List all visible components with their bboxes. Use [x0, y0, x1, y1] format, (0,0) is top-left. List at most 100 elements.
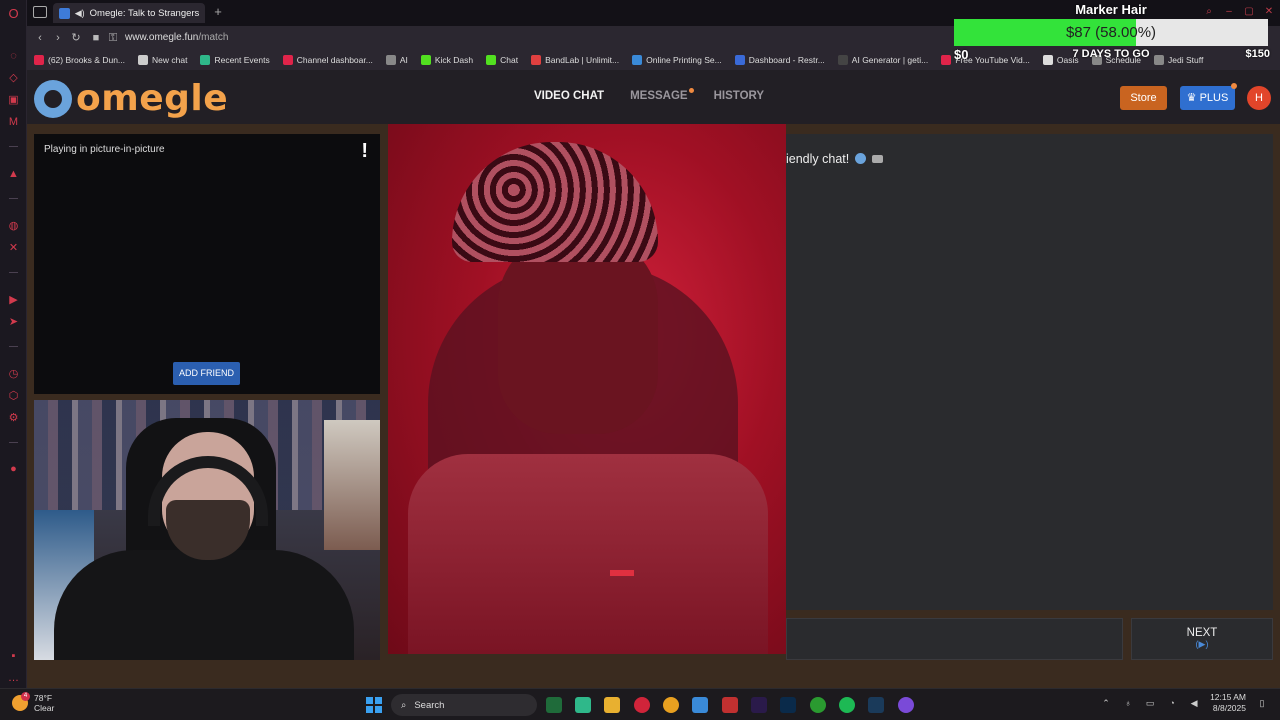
chat-log: iendly chat! — [786, 134, 1273, 610]
bookmark-item[interactable]: Dashboard - Restr... — [734, 55, 825, 65]
nav-video-chat[interactable]: VIDEO CHAT — [534, 90, 604, 102]
nav-history-label: HISTORY — [713, 90, 765, 102]
bookmark-item[interactable]: BandLab | Unlimit... — [531, 55, 619, 65]
sidebar-extensions-icon[interactable]: ⬡ — [7, 390, 20, 403]
premiere-icon[interactable] — [751, 697, 767, 713]
weather-widget[interactable]: 4 78°F Clear — [12, 692, 54, 713]
bookmark-item[interactable]: Recent Events — [200, 55, 270, 65]
photos-app-icon[interactable] — [692, 697, 708, 713]
add-friend-button[interactable]: ADD FRIEND — [173, 362, 240, 385]
sidebar-ai-icon[interactable]: ◌ — [7, 50, 20, 63]
taskbar-search[interactable]: ⌕ Search — [391, 694, 537, 716]
omegle-logo[interactable]: omegle — [34, 78, 228, 119]
photoshop-icon[interactable] — [780, 697, 796, 713]
site-nav: VIDEO CHAT MESSAGE HISTORY — [534, 88, 764, 102]
bookmark-favicon-icon — [632, 55, 643, 65]
windows-taskbar: 4 78°F Clear ⌕ Search ⌃ ♁ ▭ ◔ ◀ 12:15 AM… — [0, 688, 1280, 720]
omegle-page: omegle VIDEO CHAT MESSAGE HISTORY Store … — [27, 70, 1280, 688]
speaker-icon[interactable]: ◀) — [75, 8, 85, 19]
nav-history[interactable]: HISTORY — [714, 90, 764, 102]
display-icon[interactable]: ▭ — [1144, 697, 1156, 709]
user-avatar[interactable]: H — [1247, 86, 1271, 110]
xbox-icon[interactable] — [810, 697, 826, 713]
sidebar-settings-icon[interactable]: ⚙ — [7, 412, 20, 425]
bookmark-item[interactable]: AI Generator | geti... — [837, 55, 928, 65]
sidebar-x-icon[interactable]: ✕ — [7, 242, 20, 255]
weather-moon-icon: 4 — [12, 692, 30, 711]
url-path: /match — [198, 32, 229, 43]
nav-message[interactable]: MESSAGE — [630, 88, 694, 102]
bookmark-item[interactable]: (62) Brooks & Dun... — [34, 55, 125, 65]
bookmark-label: Dashboard - Restr... — [748, 55, 825, 65]
store-button[interactable]: Store — [1120, 86, 1167, 110]
opera-gx-icon[interactable] — [634, 697, 650, 713]
reload-icon[interactable]: ↻ — [69, 31, 83, 45]
file-explorer-icon[interactable] — [604, 697, 620, 713]
nav-video-chat-label: VIDEO CHAT — [534, 90, 605, 102]
sidebar-shop-icon[interactable]: ◇ — [7, 72, 20, 85]
spotify-icon[interactable] — [839, 697, 855, 713]
bookmark-label: Online Printing Se... — [646, 55, 722, 65]
chat-message-input[interactable] — [786, 618, 1123, 660]
taskbar-clock[interactable]: 12:15 AM 8/8/2025 — [1210, 692, 1246, 714]
browser-sidebar: O ◌ ◇ ▣ M ▲ ◍ ✕ ▶ ➤ ◷ ⬡ ⚙ ● ▪ … — [0, 0, 27, 688]
next-button[interactable]: NEXT (▶) — [1131, 618, 1273, 660]
sidebar-history-icon[interactable]: ◷ — [7, 368, 20, 381]
new-tab-button[interactable]: + — [210, 4, 226, 20]
opera-logo-icon[interactable]: O — [7, 7, 20, 20]
tray-chevron-icon[interactable]: ⌃ — [1100, 697, 1112, 709]
windows-start-icon[interactable] — [366, 697, 382, 713]
bookmark-favicon-icon — [531, 55, 542, 65]
bookmark-item[interactable]: Online Printing Se... — [632, 55, 722, 65]
tab-omegle[interactable]: ◀) Omegle: Talk to Strangers! — [53, 3, 205, 23]
sidebar-m-icon[interactable]: M — [7, 116, 20, 129]
chat-app-icon[interactable] — [575, 697, 591, 713]
sidebar-rec-icon[interactable]: ● — [7, 463, 20, 476]
bookmark-label: Kick Dash — [434, 55, 474, 65]
bookmark-item[interactable]: AI — [385, 55, 408, 65]
bookmark-favicon-icon — [734, 55, 745, 65]
omegle-favicon-icon — [59, 7, 70, 19]
plus-notification-dot — [1231, 83, 1237, 89]
bookmark-item[interactable]: Channel dashboar... — [282, 55, 373, 65]
network-icon[interactable]: ◔ — [1166, 697, 1178, 709]
bookmark-item[interactable]: New chat — [138, 55, 187, 65]
camera-icon[interactable]: ■ — [89, 31, 103, 45]
sidebar-mail-icon[interactable]: ▣ — [7, 94, 20, 107]
weather-badge: 4 — [21, 692, 30, 701]
shirt-logo — [610, 570, 634, 576]
forward-icon[interactable]: › — [51, 31, 65, 45]
stranger-face — [498, 234, 658, 434]
clock-date: 8/8/2025 — [1212, 703, 1246, 713]
bookmark-item[interactable]: Chat — [486, 55, 518, 65]
obs-icon[interactable] — [898, 697, 914, 713]
bookmark-item[interactable]: Kick Dash — [420, 55, 474, 65]
bookmark-label: BandLab | Unlimit... — [545, 55, 620, 65]
goal-progress-track: $87 (58.00%) — [954, 19, 1268, 46]
back-icon[interactable]: ‹ — [33, 31, 47, 45]
steam-icon[interactable] — [868, 697, 884, 713]
tab-menu-icon[interactable] — [33, 6, 47, 18]
volume-icon[interactable]: ◀ — [1188, 697, 1200, 709]
sidebar-more-icon[interactable]: … — [7, 672, 20, 685]
audition-app-icon[interactable] — [546, 697, 562, 713]
self-camera-feed — [34, 400, 380, 660]
globe-icon — [855, 153, 867, 164]
plus-button[interactable]: ♛ PLUS — [1180, 83, 1237, 110]
bookmark-favicon-icon — [385, 55, 396, 65]
clock-time: 12:15 AM — [1210, 692, 1246, 702]
sidebar-aria-icon[interactable]: ▲ — [7, 168, 20, 181]
sidebar-gx-icon[interactable]: ▪ — [7, 650, 20, 663]
microphone-icon[interactable]: ♁ — [1122, 697, 1134, 709]
bookmark-favicon-icon — [486, 55, 497, 65]
news-app-icon[interactable] — [722, 697, 738, 713]
url-field[interactable]: www.omegle.fun/match — [125, 32, 228, 43]
chat-welcome-message: iendly chat! — [786, 152, 884, 166]
report-button[interactable]: ! — [361, 140, 368, 163]
chrome-icon[interactable] — [663, 697, 679, 713]
sidebar-send-icon[interactable]: ➤ — [7, 316, 20, 329]
sidebar-player-icon[interactable]: ▶ — [7, 294, 20, 307]
bookmark-favicon-icon — [941, 55, 952, 65]
notification-icon[interactable]: ▯ — [1256, 697, 1268, 709]
sidebar-messenger-icon[interactable]: ◍ — [7, 220, 20, 233]
